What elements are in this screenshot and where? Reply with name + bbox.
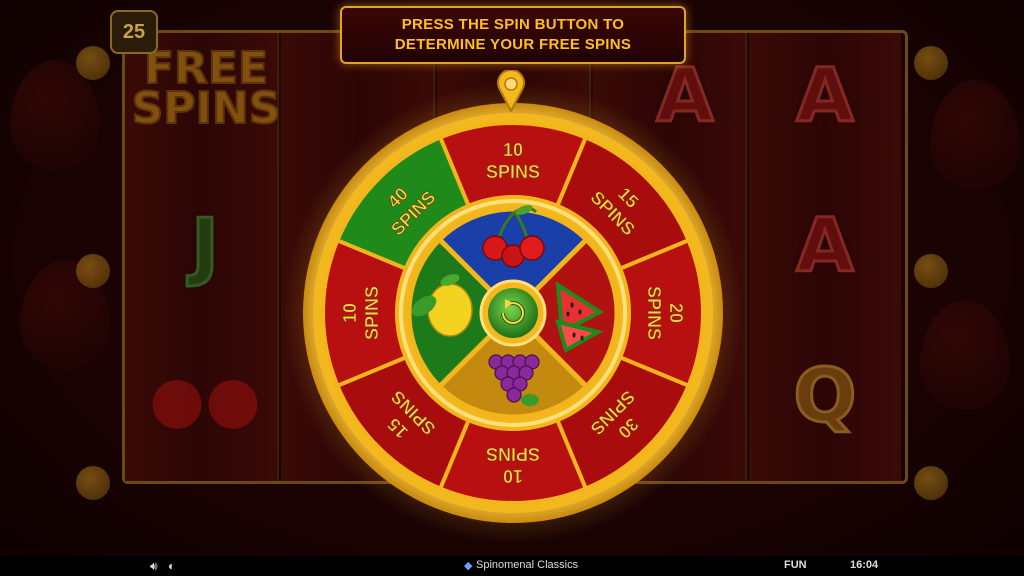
j-symbol: J: [190, 202, 221, 291]
level-badge: 25: [110, 10, 158, 54]
clock: 16:04: [850, 559, 879, 571]
coin-decoration: [914, 466, 948, 500]
segment-word: SPINS: [486, 162, 540, 182]
segment-number: 10: [503, 466, 523, 486]
a-symbol: A: [795, 52, 855, 141]
segment-word: SPINS: [644, 286, 664, 340]
bonus-wheel: 10SPINS15SPINS20SPINS30SPINS10SPINS15SPI…: [303, 103, 723, 523]
segment-number: 10: [340, 303, 360, 323]
mode-label: FUN: [784, 559, 807, 571]
segment-number: 10: [503, 140, 523, 160]
free-spins-symbol: FREE SPINS: [131, 43, 282, 134]
segment-word: SPINS: [486, 444, 540, 464]
bottom-bar: 🔊︎ ◐ ◆ Spinomenal Classics FUN 16:04: [0, 556, 1024, 576]
coin-decoration: [76, 254, 110, 288]
background-drop: [930, 80, 1020, 190]
coin-decoration: [76, 466, 110, 500]
speaker-icon[interactable]: 🔊︎: [150, 559, 158, 574]
coin-decoration: [914, 46, 948, 80]
background-drop: [920, 300, 1010, 410]
q-symbol: Q: [792, 352, 858, 441]
banner-line-1: PRESS THE SPIN BUTTON TO: [401, 16, 625, 33]
brand-name: Spinomenal Classics: [476, 559, 579, 571]
spin-button[interactable]: [488, 288, 538, 338]
cherry-symbol: ●●: [149, 363, 261, 437]
banner-line-2: DETERMINE YOUR FREE SPINS: [394, 36, 632, 53]
rabbit-icon[interactable]: ◐: [168, 559, 175, 573]
segment-number: 20: [666, 303, 686, 323]
a-symbol: A: [795, 202, 855, 291]
coin-decoration: [76, 46, 110, 80]
instruction-banner: PRESS THE SPIN BUTTON TO DETERMINE YOUR …: [340, 6, 686, 64]
segment-word: SPINS: [362, 286, 382, 340]
brand-logo-icon: ◆: [464, 560, 473, 572]
coin-decoration: [914, 254, 948, 288]
wheel-pointer: [497, 70, 525, 112]
